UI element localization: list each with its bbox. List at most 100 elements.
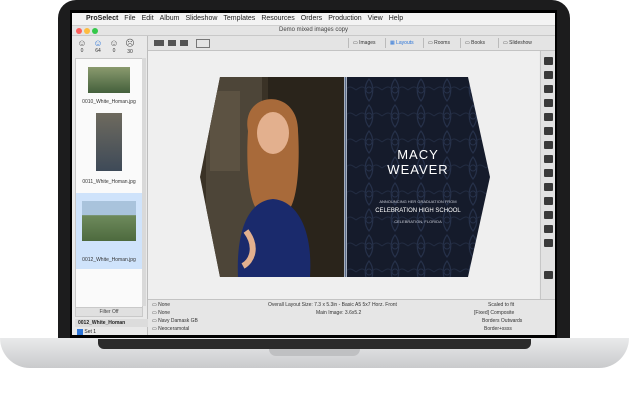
border-mode[interactable]: Borders Outwards bbox=[482, 318, 522, 324]
thumbnail-caption: 0012_White_Homan.jpg bbox=[82, 257, 136, 263]
menu-edit[interactable]: Edit bbox=[142, 13, 154, 25]
neutral-face-icon: ☺ bbox=[109, 38, 119, 48]
info-row-2-text: None bbox=[158, 310, 171, 316]
menu-slideshow[interactable]: Slideshow bbox=[185, 13, 217, 25]
info-row-1-text: None bbox=[158, 302, 171, 308]
face-filter-0[interactable]: ☺ 0 bbox=[76, 38, 88, 54]
tab-books[interactable]: ▭ Books bbox=[460, 38, 485, 48]
info-row-3[interactable]: ▭ Navy Damask GB bbox=[152, 318, 198, 324]
damask-panel bbox=[347, 77, 490, 277]
tab-slideshow[interactable]: ▭ Slideshow bbox=[498, 38, 532, 48]
portrait-photo[interactable] bbox=[198, 77, 348, 277]
frown-face-icon: ☹ bbox=[125, 38, 135, 48]
mask-icon[interactable] bbox=[544, 239, 553, 247]
print-icon[interactable] bbox=[168, 40, 176, 46]
move-icon[interactable] bbox=[544, 183, 553, 191]
rating-faces: ☺ 0 ☺ 64 ☺ 0 ☹ 30 bbox=[76, 38, 146, 56]
menu-templates[interactable]: Templates bbox=[223, 13, 255, 25]
copy-icon[interactable] bbox=[544, 197, 553, 205]
close-window-button[interactable] bbox=[76, 28, 82, 34]
layout-size-text: Overall Layout Size: 7.3 x 5.3in - Basic… bbox=[268, 302, 397, 308]
face-count: 0 bbox=[112, 48, 116, 54]
tab-rooms-label: Rooms bbox=[434, 40, 450, 46]
laptop-notch bbox=[269, 349, 360, 356]
thumbnail-list: 0010_White_Homan.jpg 0011_White_Homan.jp… bbox=[75, 58, 143, 308]
composite-mode[interactable]: [Fixed] Composite bbox=[474, 310, 514, 316]
undo-icon[interactable] bbox=[544, 127, 553, 135]
tab-layouts[interactable]: ▦ Layouts bbox=[385, 38, 414, 48]
menu-view[interactable]: View bbox=[368, 13, 383, 25]
thumbnail-caption: 0010_White_Homan.jpg bbox=[82, 99, 136, 105]
menu-help[interactable]: Help bbox=[389, 13, 403, 25]
camera-icon[interactable] bbox=[544, 211, 553, 219]
mail-icon[interactable] bbox=[154, 40, 164, 46]
face-filter-2[interactable]: ☺ 0 bbox=[108, 38, 120, 54]
info-row-2[interactable]: ▭ None bbox=[152, 310, 170, 316]
tab-layouts-label: Layouts bbox=[396, 40, 414, 46]
scissors-icon[interactable] bbox=[544, 57, 553, 65]
face-count: 30 bbox=[127, 49, 133, 55]
frame-icon[interactable] bbox=[544, 99, 553, 107]
info-row-4[interactable]: ▭ Neoceramotal bbox=[152, 326, 189, 332]
tab-rooms[interactable]: ▭ Rooms bbox=[423, 38, 450, 48]
rotate-icon[interactable] bbox=[544, 113, 553, 121]
scale-mode[interactable]: Scaled to fit bbox=[488, 302, 514, 308]
minimize-window-button[interactable] bbox=[84, 28, 90, 34]
image-sidebar: ☺ 0 ☺ 64 ☺ 0 ☹ 30 0010_White_Homan.jpg 0011_… bbox=[72, 36, 150, 335]
set-header: 0012_White_Homan bbox=[75, 319, 150, 327]
layers-icon[interactable] bbox=[544, 155, 553, 163]
tab-images[interactable]: ▭ Images bbox=[348, 38, 376, 48]
print-tool-icon[interactable] bbox=[544, 225, 553, 233]
main-toolbar: ▭ Images ▦ Layouts ▭ Rooms ▭ Books ▭ Sli… bbox=[148, 36, 555, 51]
face-filter-3[interactable]: ☹ 30 bbox=[124, 38, 136, 55]
tab-images-label: Images bbox=[359, 40, 376, 46]
thumbnail-caption: 0011_White_Homan.jpg bbox=[82, 179, 136, 185]
card-name-line2: WEAVER bbox=[387, 162, 449, 177]
window-title: Demo mixed images copy bbox=[278, 27, 349, 33]
filter-button[interactable]: Filter Off bbox=[75, 307, 143, 317]
menu-orders[interactable]: Orders bbox=[301, 13, 322, 25]
border-style[interactable]: Border+ssss bbox=[484, 326, 512, 332]
window-titlebar: Demo mixed images copy bbox=[72, 26, 555, 36]
layout-canvas[interactable]: MACY WEAVER ANNOUNCING HER GRADUATION FR… bbox=[148, 51, 539, 299]
info-row-3-text: Navy Damask GB bbox=[158, 318, 198, 324]
smile-face-icon: ☺ bbox=[77, 38, 87, 48]
face-count: 0 bbox=[80, 48, 84, 54]
play-icon[interactable] bbox=[544, 85, 553, 93]
info-row-4-text: Neoceramotal bbox=[158, 326, 190, 332]
set-item[interactable]: Set 1 bbox=[75, 328, 147, 335]
card-city-text: CELEBRATION, FLORIDA bbox=[394, 219, 442, 224]
menu-bar: ProSelect File Edit Album Slideshow Templates… bbox=[72, 13, 555, 26]
keyboard-icon[interactable] bbox=[544, 271, 553, 279]
thumbnail-item[interactable]: 0011_White_Homan.jpg bbox=[76, 107, 142, 191]
app-screen: ProSelect File Edit Album Slideshow Templates… bbox=[72, 13, 555, 335]
card-name-line1: MACY bbox=[397, 147, 439, 162]
menu-file[interactable]: File bbox=[124, 13, 135, 25]
crop-tool-icon[interactable] bbox=[544, 71, 553, 79]
menu-resources[interactable]: Resources bbox=[261, 13, 294, 25]
grid-icon[interactable] bbox=[544, 169, 553, 177]
tab-books-label: Books bbox=[471, 40, 486, 46]
text-tool-icon[interactable] bbox=[544, 141, 553, 149]
card-layout bbox=[198, 77, 490, 277]
tab-slideshow-label: Slideshow bbox=[509, 40, 532, 46]
face-filter-1[interactable]: ☺ 64 bbox=[92, 38, 104, 54]
thumbnail-image bbox=[96, 113, 122, 171]
thumbnail-image bbox=[88, 67, 130, 93]
menu-production[interactable]: Production bbox=[328, 13, 361, 25]
crop-icon[interactable] bbox=[196, 39, 210, 48]
menu-album[interactable]: Album bbox=[160, 13, 180, 25]
set-item-label: Set 1 bbox=[84, 329, 97, 335]
share-icon[interactable] bbox=[180, 40, 188, 46]
info-panel: ▭ None ▭ None ▭ Navy Damask GB ▭ Neocera… bbox=[148, 299, 555, 335]
card-announce-text: ANNOUNCING HER GRADUATION FROM bbox=[379, 199, 457, 204]
thumbnail-image bbox=[82, 201, 136, 241]
menu-proselect[interactable]: ProSelect bbox=[86, 13, 118, 25]
checkbox-icon[interactable] bbox=[77, 328, 83, 335]
info-row-1[interactable]: ▭ None bbox=[152, 302, 170, 308]
zoom-window-button[interactable] bbox=[92, 28, 98, 34]
thumbnail-scrollbar[interactable] bbox=[142, 58, 146, 306]
smile-face-icon: ☺ bbox=[93, 38, 103, 48]
thumbnail-item-selected[interactable]: 0012_White_Homan.jpg bbox=[76, 193, 142, 269]
face-count: 64 bbox=[95, 48, 101, 54]
